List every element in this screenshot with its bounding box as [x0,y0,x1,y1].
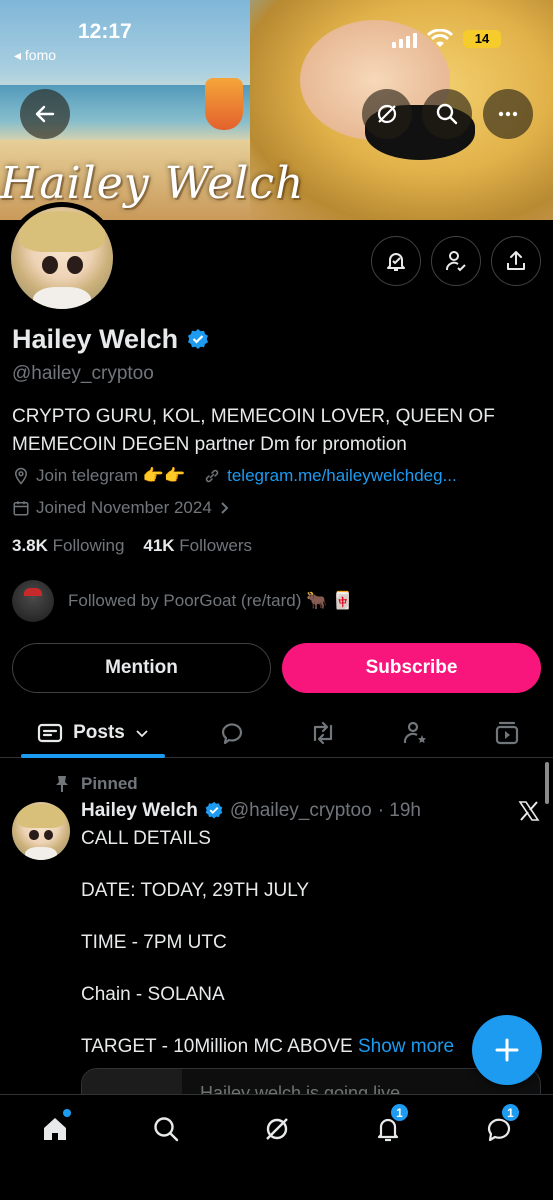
tab-posts[interactable]: Posts [21,708,165,758]
post-author-handle[interactable]: @hailey_cryptoo [230,800,372,822]
repost-icon [313,721,333,745]
posts-icon [38,723,63,743]
post-line-4: Chain - SOLANA [81,984,225,1005]
followed-by-row[interactable]: Followed by PoorGoat (re/tard) 🐂 🀄 [12,580,353,622]
followers-link[interactable]: 41K Followers [143,536,252,555]
messages-badge: 1 [501,1103,520,1122]
post-time: · 19h [377,800,421,821]
notifications-badge: 1 [390,1103,409,1122]
follower-avatar [12,580,54,622]
nav-notifications[interactable]: 1 [364,1103,412,1149]
profile-joined: Joined November 2024 [36,498,212,517]
profile-avatar[interactable] [6,202,118,314]
profile-name-text: Hailey Welch [12,324,179,354]
show-more-link[interactable]: Show more [358,1036,454,1057]
status-time: 12:17 [78,20,132,43]
chevron-down-icon [136,730,148,738]
pinned-label: Pinned [55,774,138,794]
user-star-icon [403,721,426,744]
notify-subscribe-button[interactable] [371,236,421,286]
plus-icon [495,1038,519,1062]
chevron-right-icon [221,502,229,514]
reply-icon [221,723,243,745]
profile-location: Join telegram 👉👉 [36,466,186,485]
grok-icon [377,104,397,124]
pin-icon [56,776,68,792]
scrollbar[interactable] [545,762,549,804]
post-line-5-text: TARGET - 10Million MC ABOVE [81,1036,353,1057]
home-icon [44,1118,66,1140]
arrow-left-icon [35,105,55,123]
more-button[interactable] [483,89,533,139]
post-author-avatar[interactable] [12,802,70,860]
more-icon [498,111,518,117]
grok-icon [266,1118,288,1140]
tab-reposts[interactable] [298,708,348,758]
avatar-image [11,207,113,309]
profile-name: Hailey Welch [12,324,210,355]
profile-bio: CRYPTO GURU, KOL, MEMECOIN LOVER, QUEEN … [12,406,495,455]
banner-title: Hailey Welch [0,158,305,209]
post-line-3: TIME - 7PM UTC [81,932,227,953]
verified-badge-icon [205,801,223,819]
search-icon [154,1117,179,1142]
bottom-navigation: 1 1 [0,1094,553,1200]
post-line-1: CALL DETAILS [81,828,211,849]
profile-meta-row: Join telegram 👉👉 telegram.me/haileywelch… [12,466,457,486]
bell-plus-icon [387,253,405,271]
profile-joined-row[interactable]: Joined November 2024 [12,498,232,518]
pinned-text: Pinned [81,774,138,793]
tab-active-indicator [21,754,165,758]
verified-badge-icon[interactable] [186,328,210,352]
following-link[interactable]: 3.8K Following [12,536,124,555]
profile-tabs: Posts [0,708,553,758]
mention-button[interactable]: Mention [12,643,271,693]
back-button[interactable] [20,89,70,139]
post-author-name[interactable]: Hailey Welch [81,800,198,822]
calendar-icon [13,501,29,516]
x-logo-icon[interactable] [518,800,540,822]
banner-drink [205,78,243,130]
compose-button[interactable] [472,1015,542,1085]
tab-replies[interactable] [207,708,257,758]
following-button[interactable] [431,236,481,286]
search-icon [436,103,458,125]
following-label: Following [52,536,125,555]
cellular-signal-icon [392,33,417,48]
nav-messages[interactable]: 1 [475,1103,523,1149]
battery-indicator: 14 [463,30,501,48]
followers-label: Followers [179,536,253,555]
tab-posts-label: Posts [73,722,125,743]
home-unread-dot [63,1109,71,1117]
nav-search[interactable] [142,1109,190,1149]
user-check-icon [446,251,466,272]
post-header: Hailey Welch @hailey_cryptoo · 19h [81,800,421,822]
subscribe-button[interactable]: Subscribe [282,643,541,693]
tab-media[interactable] [482,708,532,758]
nav-home[interactable] [31,1109,79,1149]
share-button[interactable] [491,236,541,286]
wifi-icon [427,29,453,47]
post-line-2: DATE: TODAY, 29TH JULY [81,880,310,901]
status-back-app[interactable]: ◂ fomo [14,47,56,64]
search-button[interactable] [422,89,472,139]
followers-count: 41K [143,536,175,555]
following-count: 3.8K [12,536,48,555]
nav-grok[interactable] [253,1109,301,1149]
video-icon [495,721,519,745]
profile-handle: @hailey_cryptoo [12,363,154,384]
tab-highlights[interactable] [390,708,440,758]
share-icon [507,251,525,270]
grok-button[interactable] [362,89,412,139]
post-line-5: TARGET - 10Million MC ABOVE Show more [81,1036,454,1058]
location-icon [14,467,28,485]
post-avatar-image [12,802,70,860]
followed-by-text: Followed by PoorGoat (re/tard) 🐂 🀄 [68,591,354,610]
follow-stats: 3.8K Following 41K Followers [12,536,252,556]
profile-website-link[interactable]: telegram.me/haileywelchdeg... [227,466,457,486]
link-icon [205,469,219,483]
